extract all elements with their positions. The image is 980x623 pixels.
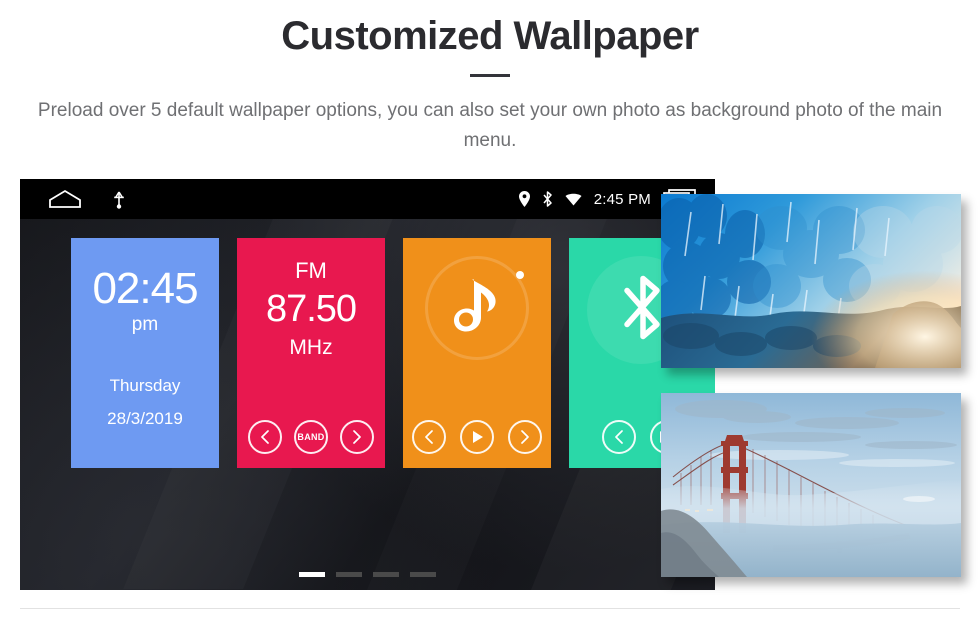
home-icon[interactable] [48,189,82,209]
radio-band-label: FM [295,258,327,283]
page-subtitle: Preload over 5 default wallpaper options… [37,100,943,151]
status-bar-left-group [20,189,126,209]
widget-radio[interactable]: FM 87.50 MHz BAND [237,238,385,468]
radio-prev-button[interactable] [248,420,282,454]
page-indicator [20,572,715,577]
section-divider [20,608,960,609]
status-bar-clock: 2:45 PM [593,190,651,208]
title-underline-accent [470,74,510,77]
widget-grid: 02:45 pm Thursday 28/3/2019 FM 87.50 MHz… [71,238,715,468]
wallpaper-thumbnail-golden-gate-bridge[interactable] [661,393,961,577]
page-dot[interactable] [336,572,362,577]
head-unit-device: 2:45 PM 02:45 pm Thursday 28/3/2019 FM 8… [20,179,715,590]
bluetooth-icon [542,191,553,207]
page-root: Customized Wallpaper Preload over 5 defa… [0,0,980,623]
music-prev-button[interactable] [412,420,446,454]
clock-ampm: pm [131,314,159,335]
music-play-button[interactable] [460,420,494,454]
widget-clock[interactable]: 02:45 pm Thursday 28/3/2019 [71,238,219,468]
location-pin-icon [518,191,530,207]
wallpaper-thumbnail-ice-cave[interactable] [661,194,961,368]
wifi-icon [565,193,582,206]
status-bar: 2:45 PM [20,179,715,219]
clock-weekday: Thursday [109,376,181,395]
music-next-button[interactable] [508,420,542,454]
bluetooth-prev-button[interactable] [602,420,636,454]
radio-frequency: 87.50 [265,288,357,330]
radio-controls: BAND [237,420,385,454]
page-dot[interactable] [410,572,436,577]
page-dot-active[interactable] [299,572,325,577]
clock-date: 28/3/2019 [107,409,183,428]
radio-next-button[interactable] [340,420,374,454]
widget-music[interactable] [403,238,551,468]
radio-frequency-unit: MHz [289,336,333,359]
music-controls [403,420,551,454]
bluetooth-icon [620,273,666,348]
clock-time: 02:45 [92,264,198,313]
page-dot[interactable] [373,572,399,577]
usb-icon[interactable] [112,189,126,209]
page-title: Customized Wallpaper [281,14,699,58]
music-progress-dot [516,271,524,279]
music-note-icon [450,278,504,339]
radio-band-button[interactable]: BAND [294,420,328,454]
